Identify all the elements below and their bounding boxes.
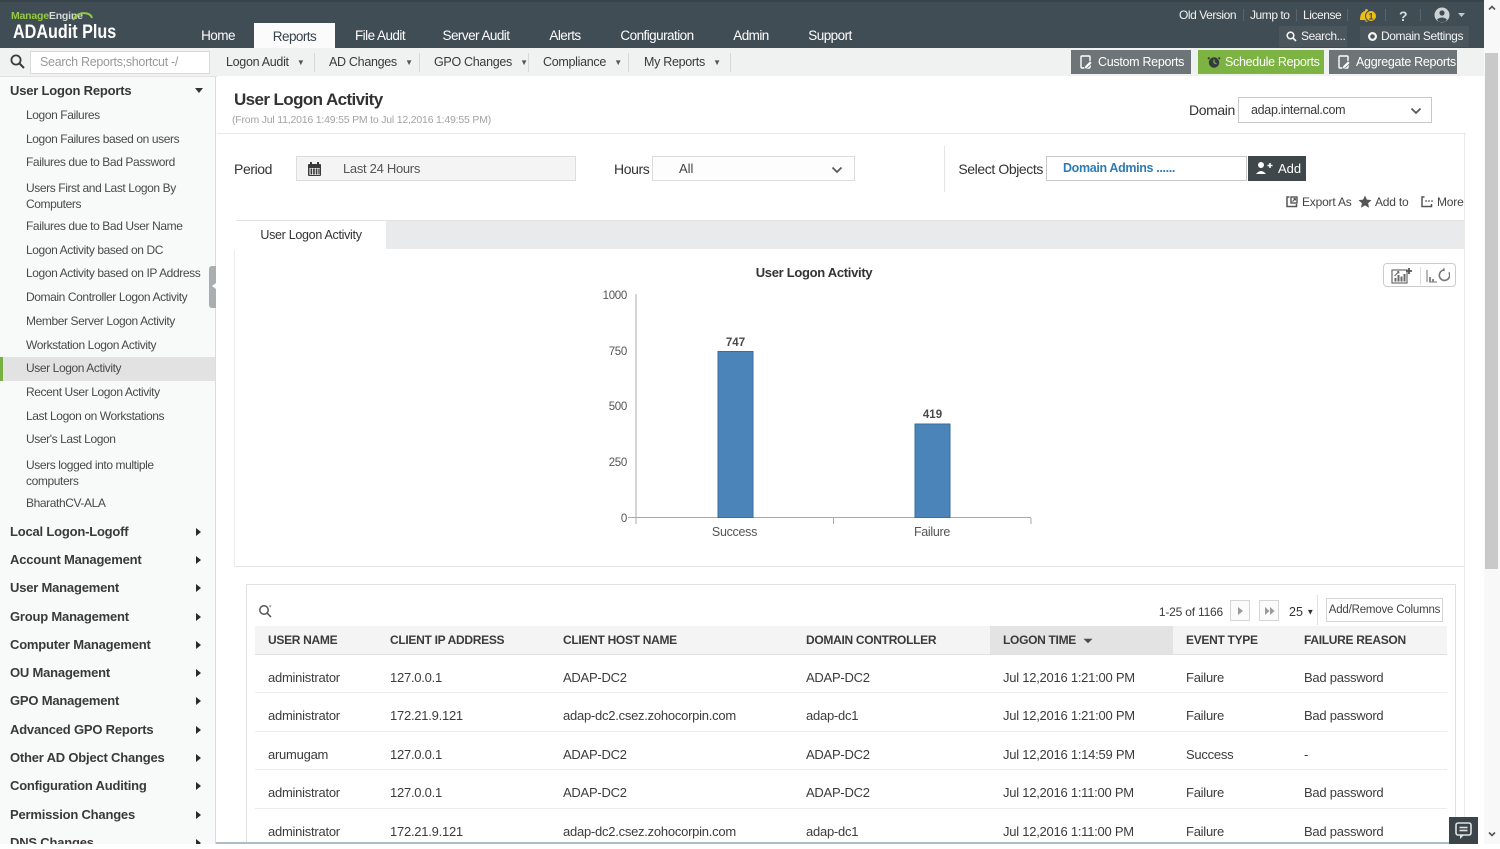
svg-text:0: 0 <box>621 513 627 525</box>
svg-text:419: 419 <box>923 409 942 421</box>
svg-text:747: 747 <box>726 337 745 349</box>
svg-text:1: 1 <box>1368 12 1373 22</box>
svg-text:1000: 1000 <box>603 290 627 302</box>
svg-text:250: 250 <box>609 457 627 469</box>
svg-text:Failure: Failure <box>914 525 950 539</box>
svg-text:Success: Success <box>712 525 757 539</box>
svg-text:500: 500 <box>609 401 627 413</box>
svg-text:750: 750 <box>609 346 627 358</box>
